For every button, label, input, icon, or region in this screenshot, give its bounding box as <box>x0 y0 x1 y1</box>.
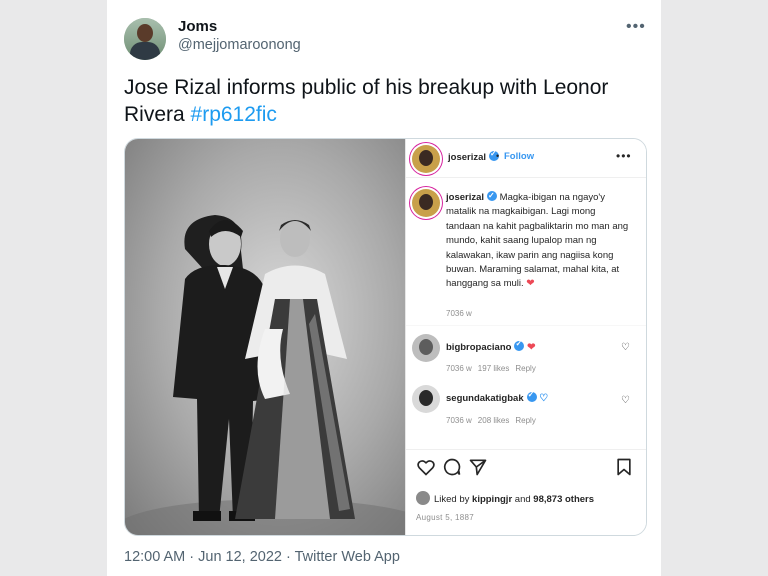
comment-time: 7036 w <box>446 364 472 373</box>
comment-username[interactable]: bigbropaciano ❤ <box>446 339 536 353</box>
verified-badge-icon <box>526 390 537 402</box>
reply-button[interactable]: Reply <box>515 364 535 373</box>
comment-like-icon[interactable]: ♡ <box>621 395 630 406</box>
tweet-media[interactable]: joserizal • Follow ••• joserizal Magka-i… <box>124 138 647 536</box>
user-handle[interactable]: @mejjomaroonong <box>178 37 301 53</box>
comment-meta: 7036 w 208 likes Reply <box>446 416 542 425</box>
header-divider <box>406 177 646 178</box>
divider <box>406 325 646 326</box>
vintage-couple-photo <box>125 139 405 535</box>
comment-icon[interactable] <box>442 457 462 477</box>
bookmark-icon[interactable] <box>614 457 634 477</box>
likes-count[interactable]: 98,873 others <box>533 494 594 505</box>
heart-icon[interactable] <box>416 457 436 477</box>
caption-time: 7036 w <box>446 309 472 318</box>
hashtag-link[interactable]: #rp612fic <box>191 103 277 126</box>
post-date: August 5, 1887 <box>416 513 475 522</box>
likes-prefix: Liked by <box>434 494 470 505</box>
heart-outline-icon: ♡ <box>539 393 549 404</box>
verified-badge-icon <box>487 189 498 203</box>
comment-avatar[interactable] <box>412 385 440 413</box>
ellipsis-icon[interactable]: ••• <box>616 149 632 163</box>
comment-like-icon[interactable]: ♡ <box>621 342 630 353</box>
tweet-timestamp[interactable]: 12:00 AM · Jun 12, 2022 · Twitter Web Ap… <box>124 549 400 565</box>
tweet-text: Jose Rizal informs public of his breakup… <box>124 74 634 128</box>
joserizal-avatar[interactable] <box>412 145 440 173</box>
display-name[interactable]: Joms <box>178 18 217 35</box>
verified-badge-icon <box>514 339 525 351</box>
comment-username-text[interactable]: segundakatigbak <box>446 393 524 404</box>
share-icon[interactable] <box>468 457 488 477</box>
comment-time: 7036 w <box>446 416 472 425</box>
comment-avatar[interactable] <box>412 334 440 362</box>
actions-divider <box>406 449 646 450</box>
post-actions <box>416 457 636 479</box>
avatar[interactable] <box>124 18 166 60</box>
caption-avatar[interactable] <box>412 189 440 217</box>
separator-dot: • <box>496 151 500 161</box>
likes-and: and <box>514 494 531 505</box>
post-username[interactable]: joserizal <box>448 149 500 163</box>
heart-emoji-icon: ❤ <box>527 342 536 353</box>
post-username-text[interactable]: joserizal <box>448 152 486 163</box>
comment-username-text[interactable]: bigbropaciano <box>446 342 511 353</box>
comment-likes[interactable]: 197 likes <box>478 364 510 373</box>
liker-avatar <box>416 491 430 505</box>
more-icon[interactable]: ••• <box>626 18 646 36</box>
instagram-post-panel: joserizal • Follow ••• joserizal Magka-i… <box>405 139 646 535</box>
comment-likes[interactable]: 208 likes <box>478 416 510 425</box>
liker-username[interactable]: kippingjr <box>472 494 512 505</box>
comment-meta: 7036 w 197 likes Reply <box>446 364 542 373</box>
reply-button[interactable]: Reply <box>515 416 535 425</box>
caption-username[interactable]: joserizal <box>446 192 484 203</box>
heart-emoji-icon: ❤ <box>526 278 535 290</box>
comment-username[interactable]: segundakatigbak ♡ <box>446 390 549 404</box>
likes-summary[interactable]: Liked by kippingjr and 98,873 others <box>416 491 594 505</box>
post-caption: joserizal Magka-ibigan na ngayo'y matali… <box>446 189 632 292</box>
follow-button[interactable]: Follow <box>504 151 534 162</box>
caption-text: Magka-ibigan na ngayo'y matalik na magka… <box>446 192 629 290</box>
